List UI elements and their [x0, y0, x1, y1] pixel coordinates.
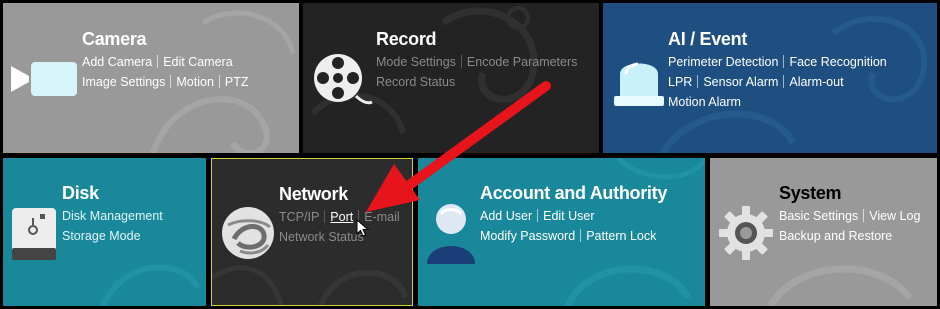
- perimeter-detection-link[interactable]: Perimeter Detection: [668, 55, 778, 69]
- hard-disk-icon: [12, 208, 56, 265]
- tcp-ip-link[interactable]: TCP/IP: [279, 210, 319, 224]
- network-status-link[interactable]: Network Status: [279, 230, 364, 244]
- sensor-alarm-link[interactable]: Sensor Alarm: [703, 75, 778, 89]
- separator: [324, 210, 326, 223]
- alarm-out-link[interactable]: Alarm-out: [789, 75, 843, 89]
- system-tile[interactable]: System Basic Settings View Log Backup and…: [710, 158, 937, 306]
- modify-password-link[interactable]: Modify Password: [480, 229, 575, 243]
- gear-icon: [718, 205, 774, 266]
- edit-user-link[interactable]: Edit User: [543, 209, 594, 223]
- account-title: Account and Authority: [480, 183, 668, 203]
- video-camera-icon: [11, 60, 79, 101]
- ptz-link[interactable]: PTZ: [225, 75, 249, 89]
- storage-mode-link[interactable]: Storage Mode: [62, 229, 141, 243]
- mode-settings-link[interactable]: Mode Settings: [376, 55, 456, 69]
- separator: [537, 209, 539, 222]
- separator: [697, 75, 699, 88]
- ai-event-tile[interactable]: AI / Event Perimeter Detection Face Recog…: [603, 3, 937, 153]
- view-log-link[interactable]: View Log: [869, 209, 920, 223]
- network-title: Network: [279, 184, 348, 204]
- basic-settings-link[interactable]: Basic Settings: [779, 209, 858, 223]
- separator: [157, 55, 159, 68]
- system-title: System: [779, 183, 842, 203]
- camera-tile[interactable]: Camera Add Camera Edit Camera Image Setti…: [3, 3, 299, 153]
- disk-tile[interactable]: Disk Disk Management Storage Mode: [3, 158, 206, 306]
- pattern-lock-link[interactable]: Pattern Lock: [586, 229, 656, 243]
- separator: [170, 75, 172, 88]
- record-title: Record: [376, 29, 437, 49]
- edit-camera-link[interactable]: Edit Camera: [163, 55, 232, 69]
- backup-restore-link[interactable]: Backup and Restore: [779, 229, 892, 243]
- network-globe-icon: [220, 205, 276, 266]
- add-user-link[interactable]: Add User: [480, 209, 532, 223]
- image-settings-link[interactable]: Image Settings: [82, 75, 165, 89]
- face-recognition-link[interactable]: Face Recognition: [789, 55, 886, 69]
- lpr-link[interactable]: LPR: [668, 75, 692, 89]
- network-tile[interactable]: Network TCP/IP Port E-mail Network Status: [211, 158, 413, 306]
- add-camera-link[interactable]: Add Camera: [82, 55, 152, 69]
- camera-title: Camera: [82, 29, 147, 49]
- separator: [460, 55, 462, 68]
- disk-management-link[interactable]: Disk Management: [62, 209, 163, 223]
- user-icon: [427, 202, 475, 269]
- separator: [783, 75, 785, 88]
- alarm-light-icon: [614, 52, 664, 113]
- encode-parameters-link[interactable]: Encode Parameters: [467, 55, 577, 69]
- separator: [580, 229, 582, 242]
- ai-event-title: AI / Event: [668, 29, 748, 49]
- motion-alarm-link[interactable]: Motion Alarm: [668, 95, 741, 109]
- separator: [863, 209, 865, 222]
- account-authority-tile[interactable]: Account and Authority Add User Edit User …: [418, 158, 705, 306]
- record-status-link[interactable]: Record Status: [376, 75, 455, 89]
- motion-link[interactable]: Motion: [176, 75, 214, 89]
- film-reel-icon: [312, 52, 374, 111]
- mouse-cursor-icon: [356, 219, 370, 237]
- port-link[interactable]: Port: [330, 210, 353, 224]
- separator: [783, 55, 785, 68]
- record-tile[interactable]: Record Mode Settings Encode Parameters Re…: [303, 3, 599, 153]
- disk-title: Disk: [62, 183, 99, 203]
- separator: [218, 75, 220, 88]
